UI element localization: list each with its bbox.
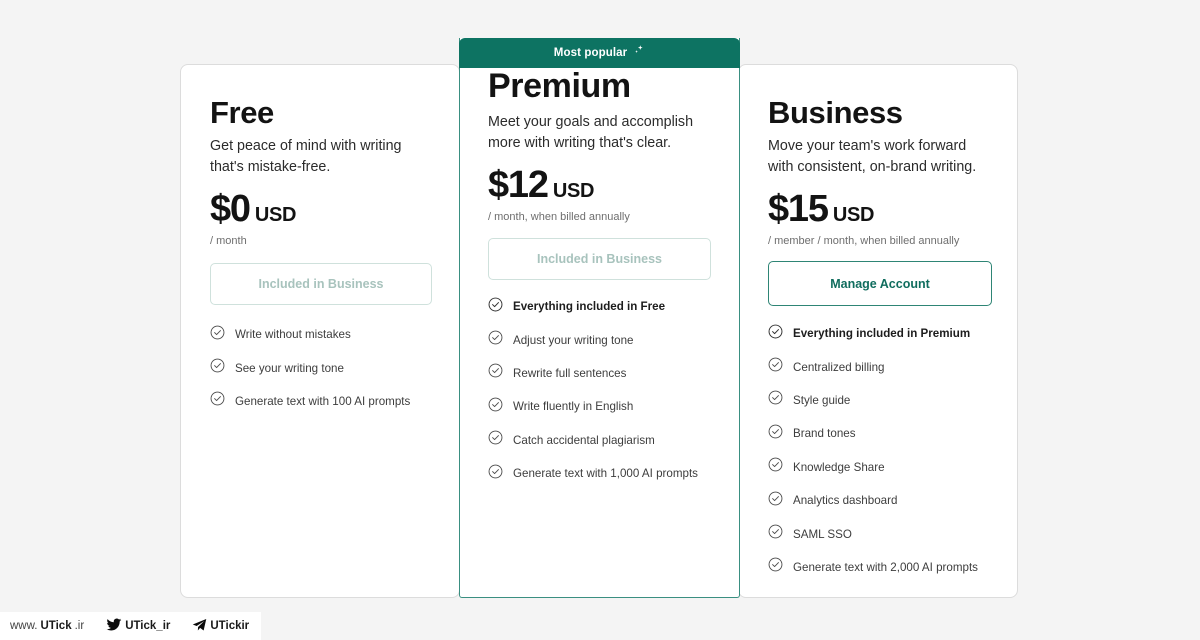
feature-label: Write without mistakes — [235, 328, 351, 342]
feature-item: Generate text with 1,000 AI prompts — [488, 457, 719, 490]
check-circle-icon — [210, 358, 225, 378]
feature-item: Everything included in Free — [488, 290, 719, 323]
price-period-business: / member / month, when billed annually — [768, 235, 960, 247]
feature-label: See your writing tone — [235, 361, 344, 375]
watermark-twitter-handle: UTick_ir — [125, 620, 171, 632]
feature-label: Everything included in Free — [513, 300, 666, 314]
cta-button-free[interactable]: Included in Business — [210, 263, 432, 305]
check-circle-icon — [488, 397, 503, 417]
plan-card-free: Free Get peace of mind with writing that… — [180, 64, 460, 598]
plan-description-free: Get peace of mind with writing that's mi… — [210, 138, 402, 175]
feature-item: Centralized billing — [768, 350, 997, 383]
price-period-premium: / month, when billed annually — [488, 211, 630, 223]
plan-price-premium: $12 USD — [488, 166, 594, 204]
check-circle-icon — [488, 430, 503, 450]
check-circle-icon — [768, 557, 783, 577]
feature-item: Generate text with 2,000 AI prompts — [768, 551, 997, 584]
feature-item: Brand tones — [768, 417, 997, 450]
sparkle-icon — [632, 44, 645, 62]
twitter-bird-icon — [106, 618, 122, 635]
check-circle-icon — [768, 324, 783, 344]
feature-label: Catch accidental plagiarism — [513, 433, 655, 447]
feature-label: Generate text with 2,000 AI prompts — [793, 560, 978, 574]
plan-price-business: $15 USD — [768, 190, 874, 228]
plan-card-premium: Premium Meet your goals and accomplish m… — [459, 38, 740, 598]
price-period-free: / month — [210, 235, 247, 247]
feature-item: Adjust your writing tone — [488, 323, 719, 356]
check-circle-icon — [768, 357, 783, 377]
most-popular-label: Most popular — [553, 47, 628, 59]
watermark-twitter: UTick_ir — [106, 618, 170, 635]
plan-name-free: Free — [210, 95, 274, 130]
feature-item: Knowledge Share — [768, 451, 997, 484]
feature-label: Everything included in Premium — [793, 327, 971, 341]
watermark-bar: www. UTick .ir UTick_ir UTickir — [0, 612, 262, 640]
price-amount-free: $0 — [210, 188, 251, 230]
watermark-website-main: UTick — [40, 620, 72, 632]
cta-button-premium[interactable]: Included in Business — [488, 238, 711, 280]
feature-label: Knowledge Share — [793, 460, 885, 474]
plan-description-business: Move your team's work forward with consi… — [768, 138, 977, 175]
feature-item: Generate text with 100 AI prompts — [210, 385, 439, 418]
feature-item: Style guide — [768, 384, 997, 417]
feature-label: Generate text with 100 AI prompts — [235, 394, 411, 408]
feature-list-free: Write without mistakes See your writing … — [210, 318, 439, 418]
feature-label: Adjust your writing tone — [513, 333, 634, 347]
price-amount-premium: $12 — [488, 164, 549, 206]
check-circle-icon — [488, 464, 503, 484]
plan-price-free: $0 USD — [210, 188, 297, 230]
watermark-website-prefix: www. — [10, 620, 38, 632]
feature-item: Rewrite full sentences — [488, 357, 719, 390]
feature-label: Write fluently in English — [513, 400, 634, 414]
feature-item: Catch accidental plagiarism — [488, 424, 719, 457]
plan-name-business: Business — [768, 95, 903, 130]
check-circle-icon — [768, 424, 783, 444]
plan-description-premium: Meet your goals and accomplish more with… — [488, 114, 694, 151]
watermark-website-suffix: .ir — [74, 620, 85, 632]
feature-item: Everything included in Premium — [768, 317, 997, 350]
feature-label: SAML SSO — [793, 527, 852, 541]
price-currency-free: USD — [254, 204, 297, 226]
feature-label: Generate text with 1,000 AI prompts — [513, 467, 698, 481]
feature-item: Write without mistakes — [210, 318, 439, 351]
watermark-telegram-handle: UTickir — [210, 620, 250, 632]
feature-label: Centralized billing — [793, 360, 885, 374]
price-currency-premium: USD — [552, 180, 595, 202]
check-circle-icon — [768, 491, 783, 511]
feature-label: Analytics dashboard — [793, 494, 898, 508]
price-currency-business: USD — [832, 204, 875, 226]
feature-item: Analytics dashboard — [768, 484, 997, 517]
feature-label: Style guide — [793, 393, 851, 407]
telegram-plane-icon — [192, 618, 207, 635]
pricing-plans-container: Most popular Free Get peace of mind with… — [180, 38, 1018, 600]
feature-list-business: Everything included in Premium Centraliz… — [768, 317, 997, 584]
watermark-telegram: UTickir — [192, 618, 249, 635]
check-circle-icon — [210, 391, 225, 411]
check-circle-icon — [210, 325, 225, 345]
plan-name-premium: Premium — [488, 67, 631, 105]
check-circle-icon — [768, 457, 783, 477]
feature-item: Write fluently in English — [488, 390, 719, 423]
feature-label: Brand tones — [793, 427, 856, 441]
check-circle-icon — [768, 390, 783, 410]
feature-item: SAML SSO — [768, 517, 997, 550]
check-circle-icon — [488, 330, 503, 350]
most-popular-badge: Most popular — [459, 38, 740, 68]
feature-label: Rewrite full sentences — [513, 366, 627, 380]
check-circle-icon — [488, 297, 503, 317]
price-amount-business: $15 — [768, 188, 829, 230]
manage-account-button[interactable]: Manage Account — [768, 261, 992, 306]
feature-list-premium: Everything included in Free Adjust your … — [488, 290, 719, 490]
check-circle-icon — [768, 524, 783, 544]
plan-card-business: Business Move your team's work forward w… — [738, 64, 1018, 598]
feature-item: See your writing tone — [210, 351, 439, 384]
check-circle-icon — [488, 363, 503, 383]
watermark-website: www. UTick .ir — [10, 620, 84, 632]
